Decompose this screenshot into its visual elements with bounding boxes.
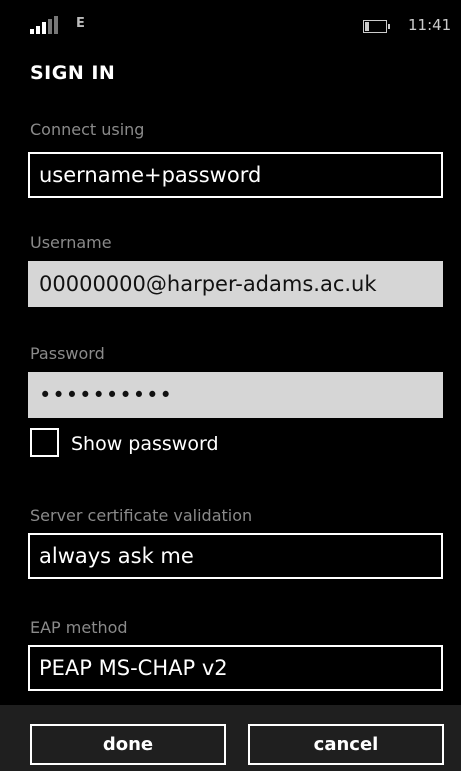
done-button[interactable]: done — [30, 724, 226, 765]
cancel-button[interactable]: cancel — [248, 724, 444, 765]
status-bar: E 11:41 — [0, 0, 461, 50]
eap-method-label: EAP method — [30, 618, 128, 637]
show-password-checkbox[interactable] — [30, 428, 59, 457]
connect-using-label: Connect using — [30, 120, 145, 139]
password-label: Password — [30, 344, 105, 363]
signal-strength-icon — [30, 16, 68, 34]
server-certificate-picker[interactable]: always ask me — [28, 533, 443, 579]
show-password-label[interactable]: Show password — [71, 433, 219, 455]
clock: 11:41 — [408, 16, 452, 34]
username-field[interactable]: 00000000@harper-adams.ac.uk — [28, 261, 443, 307]
password-field[interactable]: •••••••••• — [28, 372, 443, 418]
eap-method-picker[interactable]: PEAP MS-CHAP v2 — [28, 645, 443, 691]
network-type: E — [76, 16, 85, 31]
connect-using-picker[interactable]: username+password — [28, 152, 443, 198]
app-bar: done cancel — [0, 705, 461, 771]
page-title: SIGN IN — [30, 62, 116, 84]
username-label: Username — [30, 233, 112, 252]
server-certificate-label: Server certificate validation — [30, 506, 253, 525]
battery-icon — [363, 20, 390, 33]
